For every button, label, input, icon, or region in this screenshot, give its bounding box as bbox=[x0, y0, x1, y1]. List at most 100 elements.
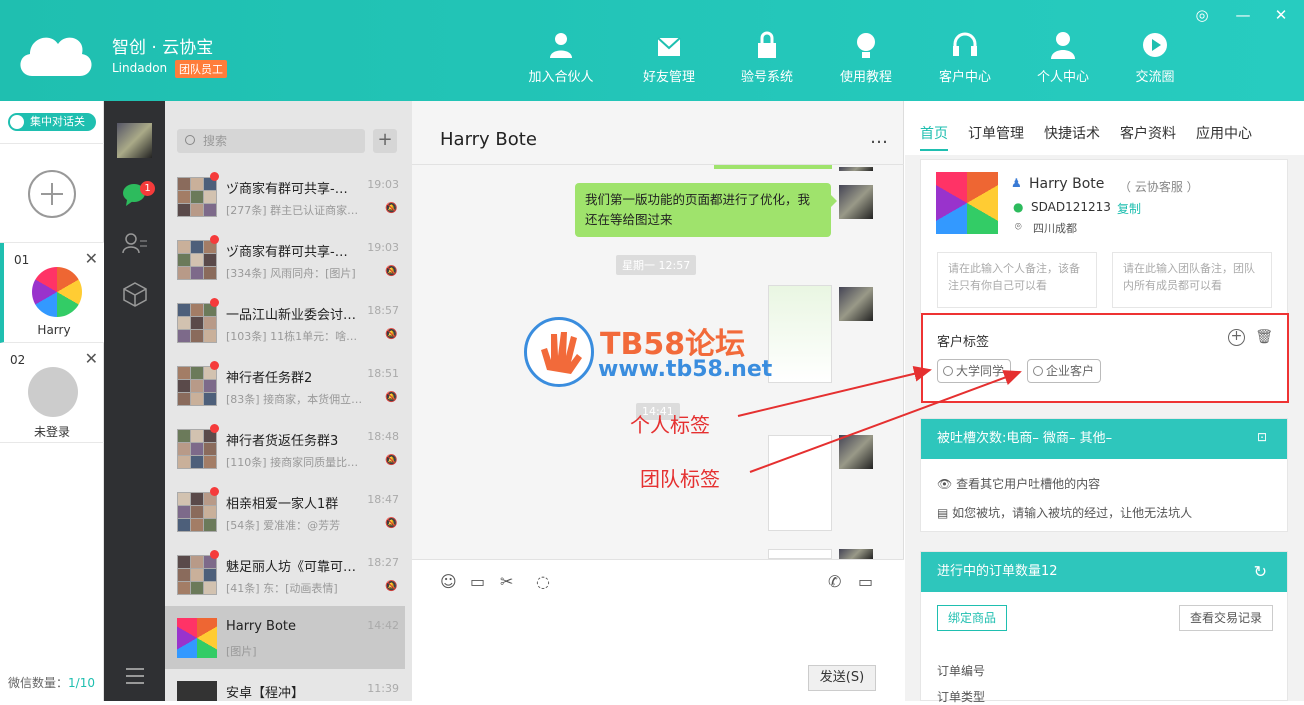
account-item-offline[interactable]: 02 ✕ 未登录 bbox=[0, 343, 104, 443]
location-icon: ⌾ bbox=[1015, 220, 1022, 233]
hand-icon bbox=[541, 332, 582, 374]
close-icon[interactable]: ✕ bbox=[85, 349, 98, 368]
scissors-icon[interactable]: ✂ bbox=[500, 572, 513, 591]
image-message[interactable] bbox=[768, 285, 832, 383]
wechat-count: 微信数量：1/10 bbox=[8, 674, 95, 691]
bind-product-button[interactable]: 绑定商品 bbox=[937, 605, 1008, 631]
user-icon: ♟ bbox=[1011, 176, 1022, 190]
complaint-card: 被吐槽次数:电商– 微商– 其他– ⊡ 👁 查看其它用户吐槽他的内容 ▤ 如您被… bbox=[920, 418, 1288, 532]
sidebar: 1 bbox=[104, 101, 165, 701]
folder-icon[interactable]: ▭ bbox=[470, 572, 485, 591]
nav-label: 个人中心 bbox=[1036, 70, 1089, 85]
group-avatar bbox=[177, 240, 217, 280]
chat-list-item[interactable]: 相亲相爱一家人1群 18:47 [54条] 爱准准：@芳芳 🔕 bbox=[165, 480, 405, 543]
annotation-personal: 个人标签 bbox=[630, 413, 710, 437]
report-complaint-link[interactable]: ▤ 如您被坑，请输入被坑的经过，让他无法坑人 bbox=[937, 504, 1192, 521]
team-note-input[interactable]: 请在此输入团队备注，团队内所有成员都可以看 bbox=[1112, 252, 1272, 308]
watermark-logo bbox=[524, 317, 594, 387]
chat-bubble-icon[interactable]: ◌ bbox=[536, 572, 550, 591]
customer-panel: 首页 订单管理 快捷话术 客户资料 应用中心 ♟ Harry Bote （ 云协… bbox=[905, 101, 1304, 704]
default-avatar-icon bbox=[28, 367, 78, 417]
phone-icon[interactable]: ✆ bbox=[828, 572, 841, 591]
menu-icon[interactable] bbox=[122, 663, 148, 689]
more-icon[interactable]: … bbox=[870, 127, 888, 148]
chat-list-item[interactable]: 神行者任务群2 18:51 [83条] 接商家，本货佣立… 🔕 bbox=[165, 354, 405, 417]
scan-icon[interactable]: ⊡ bbox=[1257, 430, 1267, 444]
video-icon[interactable]: ▭ bbox=[858, 572, 873, 591]
tab-home[interactable]: 首页 bbox=[920, 123, 948, 151]
copy-link[interactable]: 复制 bbox=[1117, 200, 1141, 217]
close-button[interactable]: ✕ bbox=[1271, 6, 1291, 24]
unread-dot bbox=[210, 298, 219, 307]
contacts-icon[interactable] bbox=[122, 231, 148, 257]
add-chat-button[interactable]: + bbox=[373, 129, 397, 153]
nav-personal[interactable]: 个人中心 bbox=[1018, 30, 1108, 85]
chat-list-item[interactable]: 安卓【程冲】 11:39 bbox=[165, 669, 405, 701]
tab-quick-replies[interactable]: 快捷话术 bbox=[1044, 123, 1100, 143]
avatar bbox=[839, 549, 873, 559]
app-title: 智创 · 云协宝 bbox=[112, 38, 214, 58]
image-message[interactable] bbox=[768, 435, 832, 531]
input-toolbar: ☺ ▭ ✂ ◌ ✆ ▭ 发送(S) bbox=[412, 559, 904, 701]
trash-icon[interactable]: 🗑 bbox=[1255, 329, 1273, 345]
chat-title: 神行者任务群2 bbox=[226, 371, 313, 386]
wechat-count-label: 微信数量： bbox=[8, 676, 69, 690]
play-circle-icon bbox=[1143, 33, 1167, 57]
tab-customer-info[interactable]: 客户资料 bbox=[1120, 123, 1176, 143]
nav-verify[interactable]: 验号系统 bbox=[722, 30, 812, 85]
chat-list-item[interactable]: 神行者货返任务群3 18:48 [110条] 接商家同质量比… 🔕 bbox=[165, 417, 405, 480]
chat-list-item[interactable]: ヅ商家有群可共享-… 19:03 [277条] 群主已认证商家… 🔕 bbox=[165, 165, 405, 228]
account-name: Harry bbox=[37, 323, 71, 337]
nav-label: 验号系统 bbox=[740, 70, 793, 85]
personal-note-input[interactable]: 请在此输入个人备注，该备注只有你自己可以看 bbox=[937, 252, 1097, 308]
wechat-icon: ● bbox=[1013, 200, 1024, 214]
view-records-button[interactable]: 查看交易记录 bbox=[1178, 605, 1273, 631]
unread-badge: 1 bbox=[140, 181, 155, 196]
chat-list-item[interactable]: ヅ商家有群可共享-… 19:03 [334条] 风雨同舟：[图片] 🔕 bbox=[165, 228, 405, 291]
tag-personal[interactable]: 大学同学 bbox=[937, 359, 1012, 383]
group-avatar bbox=[177, 366, 217, 406]
chat-list-item[interactable]: 魅足丽人坊《可靠可… 18:27 [41条] 东：[动画表情] 🔕 bbox=[165, 543, 405, 606]
send-button[interactable]: 发送(S) bbox=[808, 665, 876, 691]
view-complaints-link[interactable]: 👁 查看其它用户吐槽他的内容 bbox=[937, 475, 1100, 492]
mute-icon: 🔕 bbox=[385, 518, 398, 529]
tab-orders[interactable]: 订单管理 bbox=[968, 123, 1024, 143]
tab-app-center[interactable]: 应用中心 bbox=[1196, 123, 1252, 143]
minimize-button[interactable]: — bbox=[1233, 6, 1253, 24]
add-account-button[interactable] bbox=[0, 143, 104, 243]
customer-tags: 客户标签 + 🗑 大学同学 企业客户 bbox=[921, 313, 1289, 403]
refresh-icon[interactable]: ↻ bbox=[1254, 562, 1267, 581]
group-avatar bbox=[177, 177, 217, 217]
emoji-icon[interactable]: ☺ bbox=[440, 572, 457, 591]
nav-friends[interactable]: 好友管理 bbox=[624, 30, 714, 85]
my-avatar[interactable] bbox=[117, 123, 152, 158]
tag-team[interactable]: 企业客户 bbox=[1027, 359, 1102, 383]
role-badge: 团队员工 bbox=[175, 60, 227, 78]
close-icon[interactable]: ✕ bbox=[85, 249, 98, 268]
avatar bbox=[839, 435, 873, 469]
settings-icon[interactable]: ◎ bbox=[1192, 6, 1212, 24]
nav-tutorial[interactable]: 使用教程 bbox=[821, 30, 911, 85]
chat-list-item[interactable]: 一品江山新业委会讨… 18:57 [103条] 11栋1单元：啥… 🔕 bbox=[165, 291, 405, 354]
avatar bbox=[32, 267, 82, 317]
account-item-harry[interactable]: 01 ✕ Harry bbox=[0, 243, 104, 343]
chat-title: ヅ商家有群可共享-… bbox=[226, 245, 348, 260]
nav-label: 好友管理 bbox=[642, 70, 695, 85]
avatar bbox=[177, 618, 217, 658]
chat-title: 神行者货返任务群3 bbox=[226, 434, 339, 449]
add-tag-icon[interactable]: + bbox=[1228, 329, 1245, 346]
search-input[interactable]: 搜索 bbox=[177, 129, 365, 153]
nav-join-partner[interactable]: 加入合伙人 bbox=[516, 30, 606, 85]
date-chip: 星期一 12:57 bbox=[616, 255, 697, 275]
focus-chat-toggle[interactable]: 集中对话关 bbox=[8, 113, 96, 131]
cube-icon[interactable] bbox=[122, 281, 148, 307]
annotation-team: 团队标签 bbox=[640, 467, 720, 491]
nav-customer-center[interactable]: 客户中心 bbox=[920, 30, 1010, 85]
avatar bbox=[839, 185, 873, 219]
chat-time: 18:47 bbox=[367, 493, 399, 506]
image-message[interactable] bbox=[768, 549, 832, 559]
nav-community[interactable]: 交流圈 bbox=[1110, 30, 1200, 85]
chat-list-item[interactable]: Harry Bote 14:42 [图片] bbox=[165, 606, 405, 669]
chat-time: 18:48 bbox=[367, 430, 399, 443]
message-bubble[interactable]: 我们第一版功能的页面都进行了优化，我还在等给图过来 bbox=[575, 183, 837, 237]
